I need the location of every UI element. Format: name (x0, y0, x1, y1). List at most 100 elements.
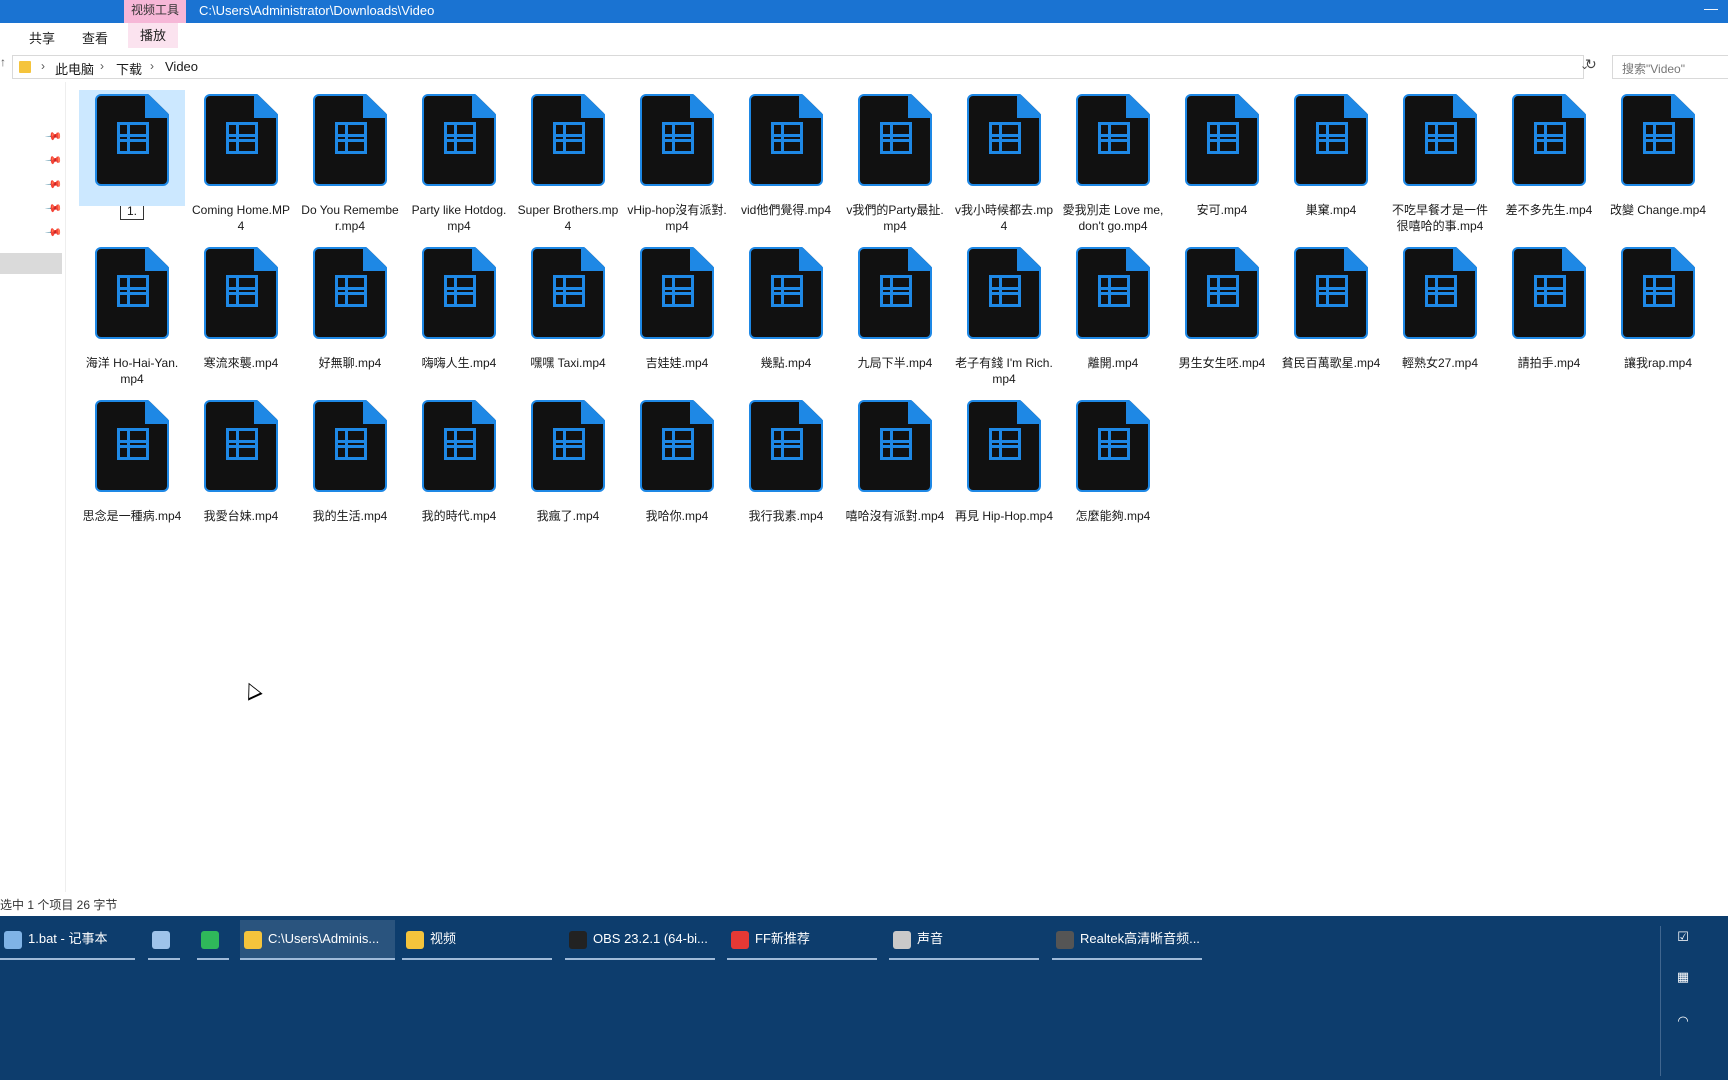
file-item[interactable]: 老子有錢 I'm Rich.mp4 (951, 243, 1057, 387)
file-item[interactable]: 幾點.mp4 (733, 243, 839, 371)
pin-icon[interactable]: 📌 (44, 199, 63, 218)
taskbar-item[interactable]: OBS 23.2.1 (64-bi... (565, 920, 715, 960)
taskbar-item[interactable]: Realtek高清晰音频... (1052, 920, 1202, 960)
video-file-icon (640, 400, 714, 492)
taskbar-item[interactable]: 视频 (402, 920, 552, 960)
file-thumbnail (188, 90, 294, 206)
breadcrumb-video[interactable]: Video (165, 59, 198, 74)
file-item[interactable]: 我愛台妹.mp4 (188, 396, 294, 524)
file-item[interactable]: 好無聊.mp4 (297, 243, 403, 371)
file-item[interactable]: 思念是一種病.mp4 (79, 396, 185, 524)
file-item[interactable]: Do You Remember.mp4 (297, 90, 403, 234)
film-icon (1316, 275, 1348, 307)
file-item[interactable]: 讓我rap.mp4 (1605, 243, 1711, 371)
film-icon (1207, 122, 1239, 154)
chevron-right-icon[interactable]: › (41, 59, 45, 73)
taskbar-item[interactable] (148, 920, 180, 960)
file-item[interactable]: 怎麼能夠.mp4 (1060, 396, 1166, 524)
file-thumbnail (1496, 243, 1602, 359)
tab-share[interactable]: 共享 (29, 28, 55, 47)
file-name: 愛我別走 Love me,don't go.mp4 (1062, 203, 1164, 233)
file-item[interactable]: 我行我素.mp4 (733, 396, 839, 524)
file-item[interactable]: 安可.mp4 (1169, 90, 1275, 218)
minimize-button[interactable]: — (1704, 0, 1718, 16)
video-tools-context-tab[interactable]: 视频工具 (124, 0, 186, 23)
wifi-icon[interactable]: ◠ (1674, 1012, 1692, 1030)
video-file-icon (95, 400, 169, 492)
video-file-icon (1185, 247, 1259, 339)
file-item[interactable]: 改變 Change.mp4 (1605, 90, 1711, 218)
green-app-icon (201, 930, 219, 949)
video-file-icon (204, 94, 278, 186)
taskbar-item[interactable]: 声音 (889, 920, 1039, 960)
video-file-icon (749, 400, 823, 492)
tray-divider (1660, 926, 1661, 1076)
file-thumbnail (188, 396, 294, 512)
file-item[interactable]: 男生女生呸.mp4 (1169, 243, 1275, 371)
up-arrow-icon[interactable]: ↑ (0, 55, 6, 69)
taskbar-item-label: 声音 (917, 931, 944, 946)
nav-selected-item[interactable] (0, 253, 62, 274)
file-name: v我小時候都去.mp4 (954, 203, 1053, 233)
file-item[interactable]: vid他們覺得.mp4 (733, 90, 839, 218)
tab-view[interactable]: 查看 (82, 28, 108, 47)
file-item[interactable]: 巣窠.mp4 (1278, 90, 1384, 218)
file-thumbnail (406, 396, 512, 512)
chevron-right-icon[interactable]: › (150, 59, 154, 73)
video-file-icon (1076, 247, 1150, 339)
file-thumbnail (624, 396, 730, 512)
file-item[interactable]: 離開.mp4 (1060, 243, 1166, 371)
search-input[interactable]: 搜索"Video" (1612, 55, 1728, 79)
file-item[interactable]: 寒流來襲.mp4 (188, 243, 294, 371)
chevron-right-icon[interactable]: › (100, 59, 104, 73)
video-file-icon (749, 94, 823, 186)
pin-icon[interactable]: 📌 (44, 175, 63, 194)
tab-play[interactable]: 播放 (128, 23, 179, 48)
file-item[interactable]: 再見 Hip-Hop.mp4 (951, 396, 1057, 524)
file-item[interactable]: Coming Home.MP4 (188, 90, 294, 234)
file-name: vHip-hop沒有派對.mp4 (627, 203, 727, 233)
file-item[interactable]: 我的時代.mp4 (406, 396, 512, 524)
file-item[interactable]: 不吃早餐才是一件很嘻哈的事.mp4 (1387, 90, 1493, 234)
taskbar-item[interactable]: C:\Users\Adminis... (240, 920, 395, 960)
taskbar-item[interactable] (197, 920, 229, 960)
breadcrumb-downloads[interactable]: 下载 (116, 59, 142, 78)
file-item[interactable]: 嗨嗨人生.mp4 (406, 243, 512, 371)
file-item[interactable]: 請拍手.mp4 (1496, 243, 1602, 371)
refresh-icon[interactable]: ↻ (1585, 56, 1597, 73)
file-item[interactable]: 我哈你.mp4 (624, 396, 730, 524)
file-item[interactable]: 差不多先生.mp4 (1496, 90, 1602, 218)
file-item[interactable]: 貧民百萬歌星.mp4 (1278, 243, 1384, 371)
pin-icon[interactable]: 📌 (44, 223, 63, 242)
taskbar-item[interactable]: 1.bat - 记事本 (0, 920, 135, 960)
file-item[interactable]: 吉娃娃.mp4 (624, 243, 730, 371)
file-item[interactable]: v我小時候都去.mp4 (951, 90, 1057, 234)
file-item[interactable]: vHip-hop沒有派對.mp4 (624, 90, 730, 234)
file-item[interactable]: 海洋 Ho-Hai-Yan.mp4 (79, 243, 185, 387)
file-item[interactable]: Party like Hotdog.mp4 (406, 90, 512, 234)
file-item[interactable]: 1. (79, 90, 185, 220)
address-bar[interactable]: › 此电脑 › 下载 › Video ⌄ (12, 55, 1589, 79)
file-item[interactable]: 嘿嘿 Taxi.mp4 (515, 243, 621, 371)
file-item[interactable]: v我們的Party最扯.mp4 (842, 90, 948, 234)
title-bar: 视频工具 C:\Users\Administrator\Downloads\Vi… (0, 0, 1728, 23)
breadcrumb-this-pc[interactable]: 此电脑 (55, 59, 94, 78)
file-item[interactable]: 愛我別走 Love me,don't go.mp4 (1060, 90, 1166, 234)
film-icon (1098, 428, 1130, 460)
film-icon (444, 275, 476, 307)
file-item[interactable]: Super Brothers.mp4 (515, 90, 621, 234)
file-item[interactable]: 輕熟女27.mp4 (1387, 243, 1493, 371)
pin-icon[interactable]: 📌 (44, 127, 63, 146)
tiles-icon[interactable]: ▦ (1674, 968, 1692, 986)
video-file-icon (1185, 94, 1259, 186)
file-item[interactable]: 我的生活.mp4 (297, 396, 403, 524)
file-item[interactable]: 嘻哈沒有派對.mp4 (842, 396, 948, 524)
file-item[interactable]: 我瘋了.mp4 (515, 396, 621, 524)
taskbar-item[interactable]: FF新推荐 (727, 920, 877, 960)
file-name: 老子有錢 I'm Rich.mp4 (955, 356, 1053, 386)
status-bar: 选中 1 个项目 26 字节 (0, 898, 118, 912)
notification-check-icon[interactable]: ☑ (1674, 928, 1692, 946)
pin-icon[interactable]: 📌 (44, 151, 63, 170)
file-item[interactable]: 九局下半.mp4 (842, 243, 948, 371)
film-icon (662, 428, 694, 460)
